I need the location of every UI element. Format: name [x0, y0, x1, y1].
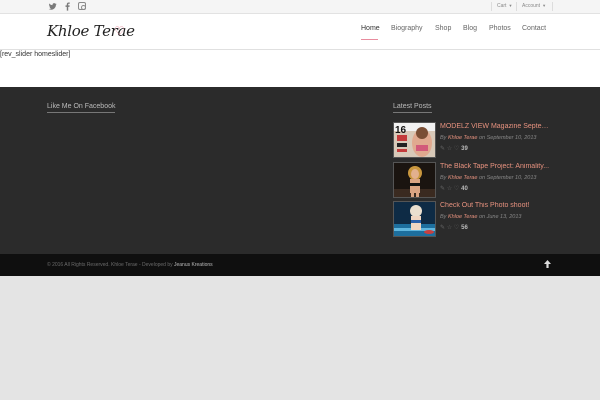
post-date: on June 13, 2013: [478, 214, 522, 220]
star-icon: ☆: [446, 186, 453, 192]
copyright-text: © 2016 All Rights Reserved. Khloe Terae …: [47, 262, 213, 268]
top-bar: Cart ▼ Account ▼: [0, 0, 600, 14]
post-author[interactable]: Khloe Terae: [448, 135, 477, 141]
copyright-label: © 2016 All Rights Reserved. Khloe Terae …: [47, 262, 173, 268]
account-label: Account: [522, 3, 541, 9]
active-nav-indicator: [361, 39, 378, 40]
post-stats: ✎ ☆ ♡ 56: [440, 224, 468, 231]
heart-icon[interactable]: ♡: [454, 225, 459, 231]
developer-link[interactable]: Jeanus Kreations: [174, 262, 213, 268]
heart-icon[interactable]: ♡: [454, 186, 459, 192]
facebook-icon[interactable]: [63, 2, 72, 11]
post-meta: By Khloe Terae on September 10, 2013: [440, 135, 536, 141]
account-link[interactable]: Account ▼: [522, 3, 546, 9]
post-thumbnail[interactable]: [393, 201, 436, 237]
like-count: 39: [461, 146, 468, 152]
post-thumbnail[interactable]: [393, 162, 436, 198]
cart-label: Cart: [497, 3, 507, 9]
page-background: [0, 276, 600, 400]
main-content: [rev_slider homeslider]: [0, 50, 600, 87]
latest-post-item[interactable]: The Black Tape Project: Animality... By …: [393, 162, 553, 198]
post-date: on September 10, 2013: [478, 175, 537, 181]
divider: [491, 2, 492, 11]
post-thumbnail[interactable]: 16: [393, 122, 436, 158]
like-count: 40: [461, 186, 468, 192]
chevron-down-icon: ▼: [542, 3, 547, 8]
twitter-icon[interactable]: [48, 2, 57, 11]
post-meta: By Khloe Terae on September 10, 2013: [440, 175, 536, 181]
slider-shortcode-text: [rev_slider homeslider]: [0, 51, 71, 58]
post-by: By: [440, 214, 447, 220]
footer-socket: © 2016 All Rights Reserved. Khloe Terae …: [0, 254, 600, 276]
nav-shop[interactable]: Shop: [435, 25, 451, 32]
post-stats: ✎ ☆ ♡ 40: [440, 185, 468, 192]
instagram-icon[interactable]: [78, 2, 86, 10]
like-count: 56: [461, 225, 468, 231]
divider: [516, 2, 517, 11]
latest-post-item[interactable]: 16 MODELZ VIEW Magazine Septemb... By Kh…: [393, 122, 553, 158]
latest-post-item[interactable]: Check Out This Photo shoot! By Khloe Ter…: [393, 201, 553, 237]
post-title[interactable]: The Black Tape Project: Animality...: [440, 163, 553, 170]
star-icon: ☆: [446, 225, 453, 231]
site-header: Khloe Terae ♡ Home Biography Shop Blog P…: [0, 14, 600, 50]
social-links: [48, 2, 86, 11]
star-icon: ☆: [446, 146, 453, 152]
post-date: on September 10, 2013: [478, 135, 537, 141]
nav-contact[interactable]: Contact: [522, 25, 546, 32]
chevron-down-icon: ▼: [508, 3, 513, 8]
nav-home[interactable]: Home: [361, 25, 380, 32]
heart-icon: ♡: [114, 24, 125, 38]
post-by: By: [440, 175, 447, 181]
footer: Like Me On Facebook Latest Posts 16 MODE…: [0, 87, 600, 254]
latest-posts-heading: Latest Posts: [393, 103, 432, 113]
nav-photos[interactable]: Photos: [489, 25, 511, 32]
comment-icon: ✎: [440, 186, 446, 192]
comment-icon: ✎: [440, 146, 446, 152]
post-title[interactable]: Check Out This Photo shoot!: [440, 202, 553, 209]
heart-icon[interactable]: ♡: [454, 146, 459, 152]
nav-blog[interactable]: Blog: [463, 25, 477, 32]
post-title[interactable]: MODELZ VIEW Magazine Septemb...: [440, 123, 553, 130]
post-author[interactable]: Khloe Terae: [448, 214, 477, 220]
post-stats: ✎ ☆ ♡ 39: [440, 145, 468, 152]
post-author[interactable]: Khloe Terae: [448, 175, 477, 181]
cart-link[interactable]: Cart ▼: [497, 3, 512, 9]
svg-text:16: 16: [395, 125, 407, 136]
post-by: By: [440, 135, 447, 141]
post-meta: By Khloe Terae on June 13, 2013: [440, 214, 521, 220]
divider: [552, 2, 553, 11]
nav-biography[interactable]: Biography: [391, 25, 423, 32]
comment-icon: ✎: [440, 225, 446, 231]
facebook-widget-heading: Like Me On Facebook: [47, 103, 116, 113]
arrow-up-icon[interactable]: [544, 260, 551, 270]
